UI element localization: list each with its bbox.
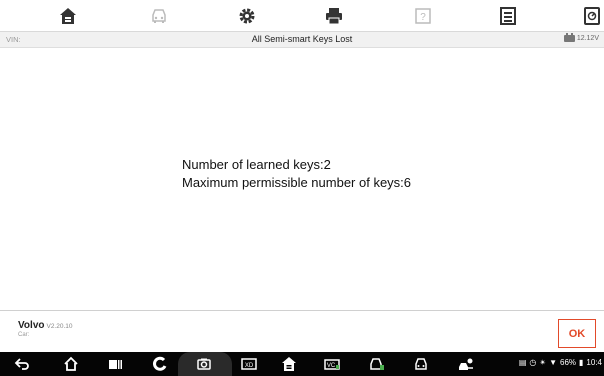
system-nav-bar: XD VC ▤ ◷ ✴ ▼ 66% ▮ 10:4: [0, 352, 604, 376]
svg-text:XD: XD: [245, 363, 254, 369]
svg-text:VC: VC: [327, 363, 336, 369]
recent-apps-icon[interactable]: [107, 356, 123, 372]
battery-percent: 66%: [560, 358, 577, 367]
car-label: Car:: [18, 332, 30, 338]
wifi-icon: ▼: [549, 358, 557, 367]
vci-icon[interactable]: VC: [324, 356, 340, 372]
battery-icon: [563, 33, 575, 42]
info-bar: VIN: All Semi-smart Keys Lost 12.12V: [0, 32, 604, 48]
top-toolbar: ?: [0, 0, 604, 32]
car-connect-icon[interactable]: [458, 356, 474, 372]
message-icon: ▤: [518, 358, 527, 367]
footer-bar: Volvo V2.20.10 Car: OK: [0, 310, 604, 352]
software-version: V2.20.10: [46, 323, 73, 330]
svg-text:?: ?: [420, 12, 426, 23]
home-icon[interactable]: [56, 4, 80, 28]
vehicle-icon[interactable]: [413, 356, 429, 372]
content-area: Number of learned keys:2 Maximum permiss…: [0, 48, 604, 310]
learned-keys-text: Number of learned keys:2: [182, 157, 331, 172]
screen-icon[interactable]: XD: [241, 356, 257, 372]
help-icon[interactable]: ?: [411, 4, 435, 28]
clock: 10:4: [586, 358, 602, 367]
refresh-icon[interactable]: [152, 356, 168, 372]
voltage-indicator: 12.12V: [563, 33, 599, 42]
back-icon[interactable]: [14, 356, 30, 372]
message-box: Number of learned keys:2 Maximum permiss…: [182, 156, 411, 192]
max-keys-text: Maximum permissible number of keys:6: [182, 175, 412, 190]
alarm-icon: ◷: [529, 358, 537, 367]
diag-home-icon[interactable]: [281, 356, 297, 372]
bluetooth-icon: ✴: [539, 358, 547, 367]
home-nav-icon[interactable]: [63, 356, 79, 372]
camera-icon[interactable]: [196, 356, 212, 372]
page-title: All Semi-smart Keys Lost: [251, 34, 353, 44]
settings-icon[interactable]: [235, 4, 259, 28]
battery-status-icon: ▮: [579, 358, 584, 367]
print-icon[interactable]: [322, 4, 346, 28]
vehicle-make: Volvo V2.20.10: [18, 320, 73, 331]
status-tray: ▤ ◷ ✴ ▼ 66% ▮ 10:4: [519, 358, 602, 367]
car-status-icon[interactable]: [369, 356, 385, 372]
voltage-value: 12.12V: [576, 35, 599, 42]
data-log-icon[interactable]: [580, 4, 604, 28]
car-icon[interactable]: [147, 4, 171, 28]
report-icon[interactable]: [496, 4, 520, 28]
make-name: Volvo: [18, 320, 45, 331]
ok-button[interactable]: OK: [558, 319, 596, 348]
